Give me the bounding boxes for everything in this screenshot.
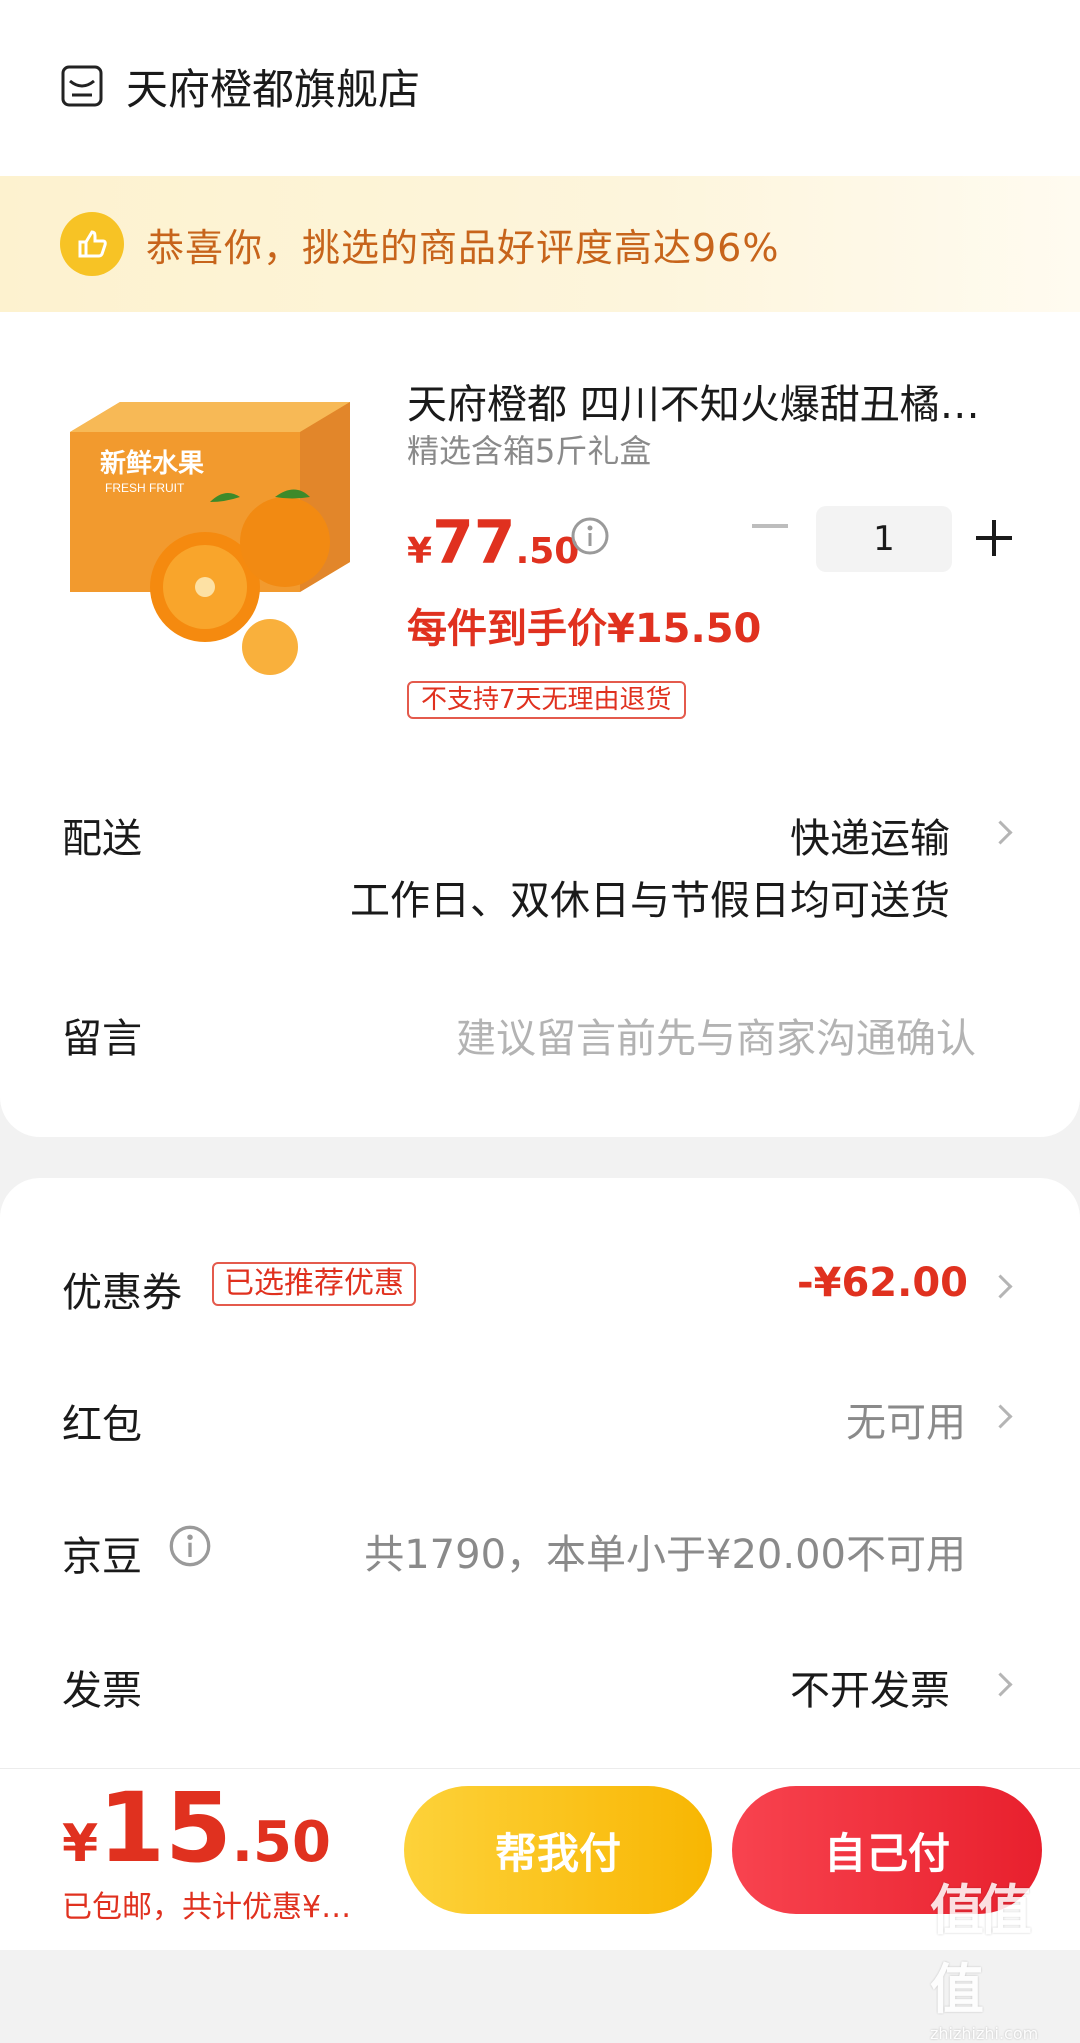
delivery-method[interactable]: 快递运输 [790, 806, 950, 864]
per-item-price: 每件到手价¥15.50 [407, 606, 762, 652]
store-header[interactable]: 天府橙都旗舰店 [60, 56, 420, 116]
message-label: 留言 [62, 1016, 142, 1062]
jingdou-value: 共1790，本单小于¥20.00不可用 [364, 1532, 966, 1578]
product-title[interactable]: 天府橙都 四川不知火爆甜丑橘… [407, 372, 1007, 430]
invoice-label: 发票 [62, 1668, 142, 1714]
jingdou-info-icon[interactable] [168, 1524, 212, 1568]
store-name: 天府橙都旗舰店 [126, 64, 421, 114]
total-decimal: .50 [231, 1810, 331, 1875]
thumbs-up-icon [60, 212, 124, 276]
product-spec: 精选含箱5斤礼盒 [407, 432, 652, 470]
total-integer: 15 [98, 1772, 232, 1884]
watermark-site: zhizhizhi.com [930, 2024, 1039, 2043]
banner-text: 恭喜你，挑选的商品好评度高达96% [146, 225, 780, 270]
store-icon [61, 65, 103, 107]
delivery-note: 工作日、双休日与节假日均可送货 [350, 878, 950, 924]
coupon-recommend-tag: 已选推荐优惠 [212, 1262, 416, 1306]
redpacket-value[interactable]: 无可用 [846, 1390, 966, 1448]
price-integer: 77 [432, 508, 516, 578]
price-currency: ¥ [407, 531, 433, 572]
message-input[interactable]: 建议留言前先与商家沟通确认 [456, 1006, 976, 1064]
product-box-subtext: FRESH FRUIT [105, 481, 185, 495]
watermark: 值值值 zhizhizhi.com [930, 1866, 1070, 2043]
product-box-text: 新鲜水果 [100, 448, 204, 478]
watermark-glyph: 值值值 [930, 1879, 1032, 2021]
price-info-icon[interactable] [570, 516, 610, 556]
invoice-value[interactable]: 不开发票 [790, 1658, 950, 1716]
delivery-label: 配送 [62, 816, 142, 862]
shipping-discount-note[interactable]: 已包邮，共计优惠¥… [62, 1882, 351, 1926]
coupon-value[interactable]: -¥62.00 [797, 1260, 968, 1306]
product-title-text: 天府橙都 四川不知火爆甜丑橘 [407, 382, 940, 428]
return-policy-badge: 不支持7天无理由退货 [407, 681, 686, 719]
coupon-label: 优惠券 [62, 1270, 182, 1316]
total-price: ¥15.50 [62, 1772, 331, 1884]
quantity-minus-button[interactable] [752, 524, 788, 528]
quantity-plus-button[interactable] [976, 520, 1012, 556]
jingdou-label: 京豆 [62, 1534, 142, 1580]
redpacket-label: 红包 [62, 1402, 142, 1448]
rating-banner: 恭喜你，挑选的商品好评度高达96% [0, 176, 1080, 312]
help-pay-button[interactable]: 帮我付 [404, 1786, 712, 1914]
product-price: ¥77.50 [407, 508, 579, 578]
product-image[interactable]: 新鲜水果 FRESH FRUIT [60, 392, 360, 682]
total-currency: ¥ [62, 1814, 99, 1874]
quantity-input[interactable]: 1 [816, 506, 952, 572]
